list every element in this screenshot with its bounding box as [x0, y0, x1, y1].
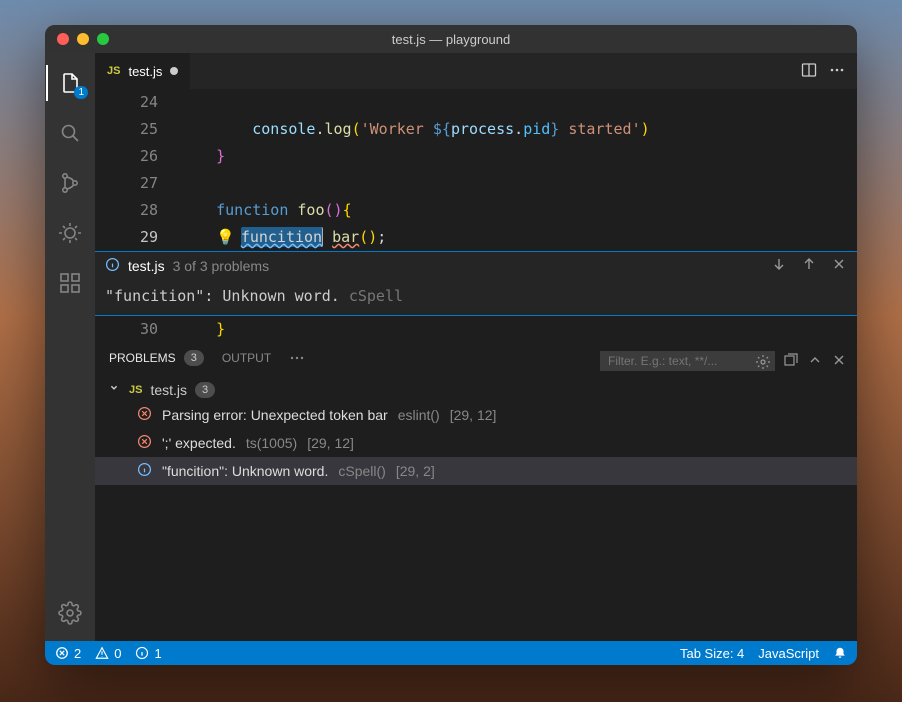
split-editor-icon[interactable]	[801, 62, 817, 81]
js-file-icon: JS	[107, 65, 120, 77]
problems-count-badge: 3	[184, 350, 204, 366]
file-name: test.js	[150, 382, 187, 398]
extensions-icon[interactable]	[46, 261, 94, 305]
inline-problem-peek: test.js 3 of 3 problems "funcition": Unk…	[95, 251, 857, 316]
tab-bar: JS test.js	[95, 53, 857, 89]
status-tab-size[interactable]: Tab Size: 4	[680, 646, 744, 661]
editor-area: JS test.js 24	[95, 53, 857, 641]
error-icon	[137, 406, 152, 424]
status-language[interactable]: JavaScript	[758, 646, 819, 661]
tab-bar-actions	[801, 53, 857, 89]
activity-bar: 1	[45, 53, 95, 641]
editor-line: 27	[95, 170, 857, 197]
problem-item[interactable]: ';' expected. ts(1005) [29, 12]	[95, 429, 857, 457]
line-number: 30	[95, 316, 180, 343]
line-content: function foo(){	[180, 197, 352, 224]
js-file-icon: JS	[129, 384, 142, 396]
status-bell-icon[interactable]	[833, 646, 847, 660]
line-number: 27	[95, 170, 180, 197]
problems-filter-input[interactable]	[600, 351, 775, 371]
editor-tab[interactable]: JS test.js	[95, 53, 191, 89]
panel-tabs: PROBLEMS 3 OUTPUT	[95, 344, 857, 372]
filter-input-wrap	[600, 351, 775, 371]
editor-line: 24	[95, 89, 857, 116]
inline-problem-file: test.js	[128, 258, 165, 274]
status-errors[interactable]: 2	[55, 646, 81, 661]
filter-settings-icon[interactable]	[755, 354, 771, 373]
line-number: 25	[95, 116, 180, 143]
code-editor-continued[interactable]: 30 }	[95, 316, 857, 343]
error-icon	[137, 434, 152, 452]
problems-list: JS test.js 3 Parsing error: Unexpected t…	[95, 372, 857, 641]
line-number: 29	[95, 224, 180, 251]
search-icon[interactable]	[46, 111, 94, 155]
dirty-indicator-icon	[170, 67, 178, 75]
editor-line: 28 function foo(){	[95, 197, 857, 224]
line-content: console.log('Worker ${process.pid} start…	[180, 116, 650, 143]
code-editor[interactable]: 24 25 console.log('Worker ${process.pid}…	[95, 89, 857, 251]
status-bar: 2 0 1 Tab Size: 4 JavaScript	[45, 641, 857, 665]
status-warnings[interactable]: 0	[95, 646, 121, 661]
chevron-down-icon	[107, 381, 121, 398]
window-title: test.js — playground	[45, 32, 857, 47]
debug-icon[interactable]	[46, 211, 94, 255]
explorer-icon[interactable]: 1	[46, 61, 94, 105]
status-infos[interactable]: 1	[135, 646, 161, 661]
titlebar: test.js — playground	[45, 25, 857, 53]
source-control-icon[interactable]	[46, 161, 94, 205]
line-content: 💡funcition bar();	[180, 224, 386, 251]
collapse-all-icon[interactable]	[783, 352, 799, 371]
line-number: 28	[95, 197, 180, 224]
prev-problem-icon[interactable]	[801, 256, 817, 275]
settings-gear-icon[interactable]	[46, 591, 94, 635]
next-problem-icon[interactable]	[771, 256, 787, 275]
inline-problem-message: "funcition": Unknown word. cSpell	[95, 279, 857, 315]
tab-filename: test.js	[128, 64, 162, 79]
line-number: 24	[95, 89, 180, 116]
problem-item[interactable]: Parsing error: Unexpected token bar esli…	[95, 401, 857, 429]
panel-more-icon[interactable]	[289, 350, 305, 372]
panel-maximize-icon[interactable]	[807, 352, 823, 371]
tab-output[interactable]: OUTPUT	[222, 351, 271, 371]
file-problem-count: 3	[195, 382, 215, 398]
window-body: 1 JS test.js	[45, 53, 857, 641]
problems-file-group[interactable]: JS test.js 3	[95, 378, 857, 401]
info-icon	[105, 257, 120, 275]
line-content: }	[180, 143, 225, 170]
tab-problems[interactable]: PROBLEMS 3	[109, 350, 204, 372]
inline-problem-header: test.js 3 of 3 problems	[95, 252, 857, 279]
bottom-panel: PROBLEMS 3 OUTPUT	[95, 343, 857, 641]
close-peek-icon[interactable]	[831, 256, 847, 275]
lightbulb-icon[interactable]: 💡	[216, 228, 235, 246]
more-actions-icon[interactable]	[829, 62, 845, 81]
explorer-badge: 1	[74, 86, 88, 99]
info-icon	[137, 462, 152, 480]
editor-line: 26 }	[95, 143, 857, 170]
editor-line: 29 💡funcition bar();	[95, 224, 857, 251]
editor-line: 25 console.log('Worker ${process.pid} st…	[95, 116, 857, 143]
panel-close-icon[interactable]	[831, 352, 847, 371]
inline-problem-count: 3 of 3 problems	[173, 258, 270, 274]
problem-item[interactable]: "funcition": Unknown word. cSpell() [29,…	[95, 457, 857, 485]
line-number: 26	[95, 143, 180, 170]
vscode-window: test.js — playground 1	[45, 25, 857, 665]
line-content: }	[180, 316, 225, 343]
editor-line: 30 }	[95, 316, 857, 343]
